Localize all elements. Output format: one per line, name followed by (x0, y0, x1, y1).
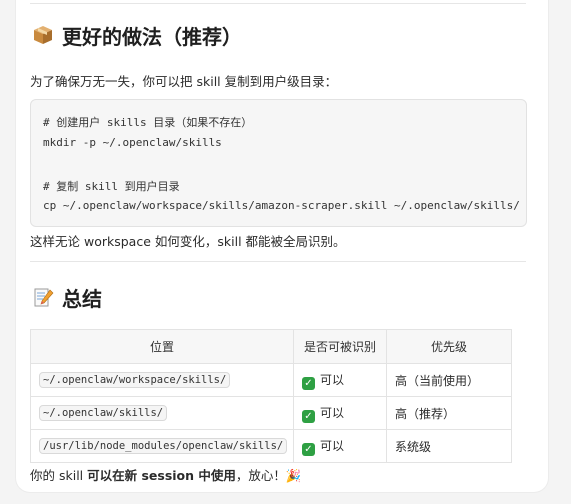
table-header-row: 位置 是否可被识别 优先级 (30, 329, 512, 364)
top-divider (30, 3, 526, 4)
chat-message-card: 更好的做法（推荐） 为了确保万无一失，你可以把 skill 复制到用户级目录： … (16, 0, 548, 492)
cell-recognized: ✓ 可以 (293, 429, 387, 463)
code-block[interactable]: # 创建用户 skills 目录（如果不存在） mkdir -p ~/.open… (30, 99, 527, 227)
closing-text: 你的 skill 可以在新 session 中使用，放心！🎉 (30, 465, 301, 484)
table-row: ~/.openclaw/skills/ ✓ 可以 高（推荐） (30, 396, 512, 430)
header-priority: 优先级 (386, 329, 512, 364)
path-code: /usr/lib/node_modules/openclaw/skills/ (39, 438, 288, 454)
recognized-text: 可以 (320, 372, 345, 387)
code-line: cp ~/.openclaw/workspace/skills/amazon-s… (43, 199, 520, 212)
cell-priority: 系统级 (386, 429, 512, 463)
closing-pre: 你的 skill (30, 468, 88, 483)
heading-better-approach: 更好的做法（推荐） (32, 20, 242, 50)
package-icon (32, 24, 54, 46)
recognized-text: 可以 (320, 405, 345, 420)
recognized-text: 可以 (320, 438, 345, 453)
cell-recognized: ✓ 可以 (293, 363, 387, 397)
check-icon: ✓ (302, 442, 315, 456)
code-line: mkdir -p ~/.openclaw/skills (43, 136, 222, 149)
intro-text: 为了确保万无一失，你可以把 skill 复制到用户级目录： (30, 74, 338, 89)
summary-table: 位置 是否可被识别 优先级 ~/.openclaw/workspace/skil… (30, 329, 512, 463)
cell-path: ~/.openclaw/workspace/skills/ (30, 363, 294, 397)
cell-priority: 高（推荐） (386, 396, 512, 430)
cell-path: ~/.openclaw/skills/ (30, 396, 294, 430)
header-location: 位置 (30, 329, 294, 364)
check-icon: ✓ (302, 409, 315, 423)
header-recognized: 是否可被识别 (293, 329, 387, 364)
cell-recognized: ✓ 可以 (293, 396, 387, 430)
table-row: /usr/lib/node_modules/openclaw/skills/ ✓… (30, 429, 512, 463)
code-line: # 复制 skill 到用户目录 (43, 180, 180, 193)
heading-text: 总结 (62, 286, 102, 311)
closing-bold: 可以在新 session 中使用 (87, 468, 236, 483)
after-code-text: 这样无论 workspace 如何变化，skill 都能被全局识别。 (30, 234, 346, 249)
heading-summary: 总结 (32, 282, 102, 312)
memo-icon (32, 286, 54, 308)
heading-text: 更好的做法（推荐） (62, 24, 242, 49)
table-row: ~/.openclaw/workspace/skills/ ✓ 可以 高（当前使用… (30, 363, 512, 397)
section-divider (30, 261, 526, 262)
code-line: # 创建用户 skills 目录（如果不存在） (43, 116, 253, 129)
path-code: ~/.openclaw/skills/ (39, 405, 168, 421)
closing-post: ，放心！🎉 (235, 468, 302, 483)
cell-path: /usr/lib/node_modules/openclaw/skills/ (30, 429, 294, 463)
cell-priority: 高（当前使用） (386, 363, 512, 397)
check-icon: ✓ (302, 376, 315, 390)
path-code: ~/.openclaw/workspace/skills/ (39, 372, 231, 388)
